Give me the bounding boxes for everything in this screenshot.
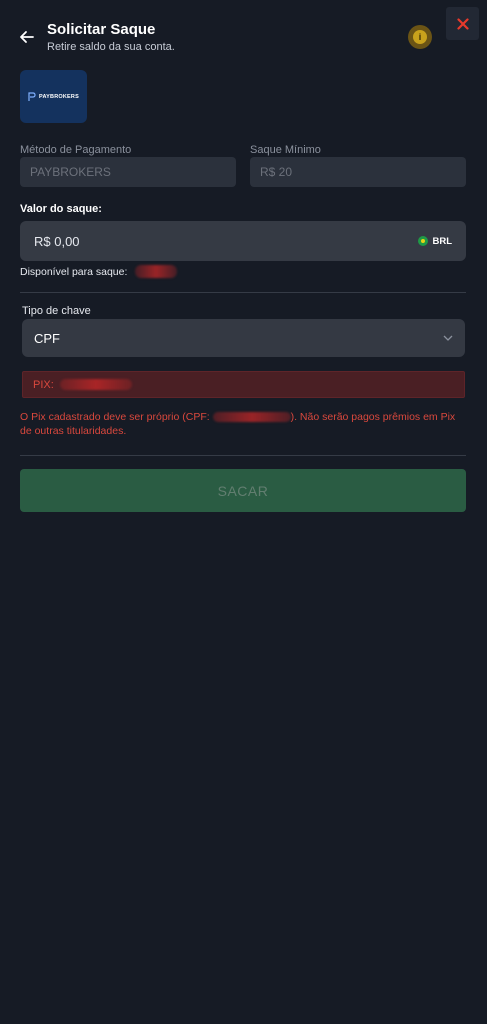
redacted-balance (135, 265, 178, 278)
currency-code: BRL (432, 235, 452, 247)
redacted-pix-key (59, 379, 132, 390)
amount-value: R$ 0,00 (34, 233, 80, 249)
pix-label: PIX: (33, 378, 54, 391)
logo-text: PAYBROKERS (39, 93, 79, 100)
close-icon (456, 17, 469, 30)
available-balance: Disponível para saque: (20, 265, 178, 278)
divider (20, 455, 466, 456)
back-button[interactable] (18, 28, 36, 46)
redacted-cpf (212, 412, 291, 423)
arrow-left-icon (20, 31, 34, 43)
key-type-select[interactable]: CPF (22, 319, 465, 357)
withdraw-page: Solicitar Saque Retire saldo da sua cont… (0, 0, 487, 1024)
pix-warning-message: O Pix cadastrado deve ser próprio (CPF: … (20, 410, 460, 438)
page-title: Solicitar Saque (47, 21, 156, 38)
minimum-withdraw-label: Saque Mínimo (250, 144, 321, 156)
amount-input[interactable]: R$ 0,00 BRL (20, 221, 466, 261)
key-type-label: Tipo de chave (22, 305, 91, 317)
payment-provider-logo[interactable]: PAYBROKERS (20, 70, 87, 123)
page-subtitle: Retire saldo da sua conta. (47, 41, 175, 53)
paybrokers-logo-icon (28, 91, 36, 101)
divider (20, 292, 466, 293)
header: Solicitar Saque Retire saldo da sua cont… (0, 0, 487, 60)
payment-method-label: Método de Pagamento (20, 144, 132, 156)
amount-label: Valor do saque: (20, 203, 102, 215)
currency-badge: BRL (418, 236, 452, 247)
available-label: Disponível para saque: (20, 265, 128, 278)
info-button[interactable]: i (408, 25, 432, 49)
minimum-withdraw-field: R$ 20 (250, 157, 466, 187)
key-type-selected: CPF (34, 330, 60, 346)
withdraw-submit-button[interactable]: SACAR (20, 469, 466, 512)
pix-key-input[interactable]: PIX: (22, 371, 465, 398)
chevron-down-icon (443, 335, 453, 341)
info-icon: i (413, 30, 427, 44)
close-button[interactable] (446, 7, 479, 40)
brazil-flag-icon (418, 236, 429, 246)
warning-text-start: O Pix cadastrado deve ser próprio (CPF: (20, 411, 213, 423)
payment-method-field: PAYBROKERS (20, 157, 236, 187)
